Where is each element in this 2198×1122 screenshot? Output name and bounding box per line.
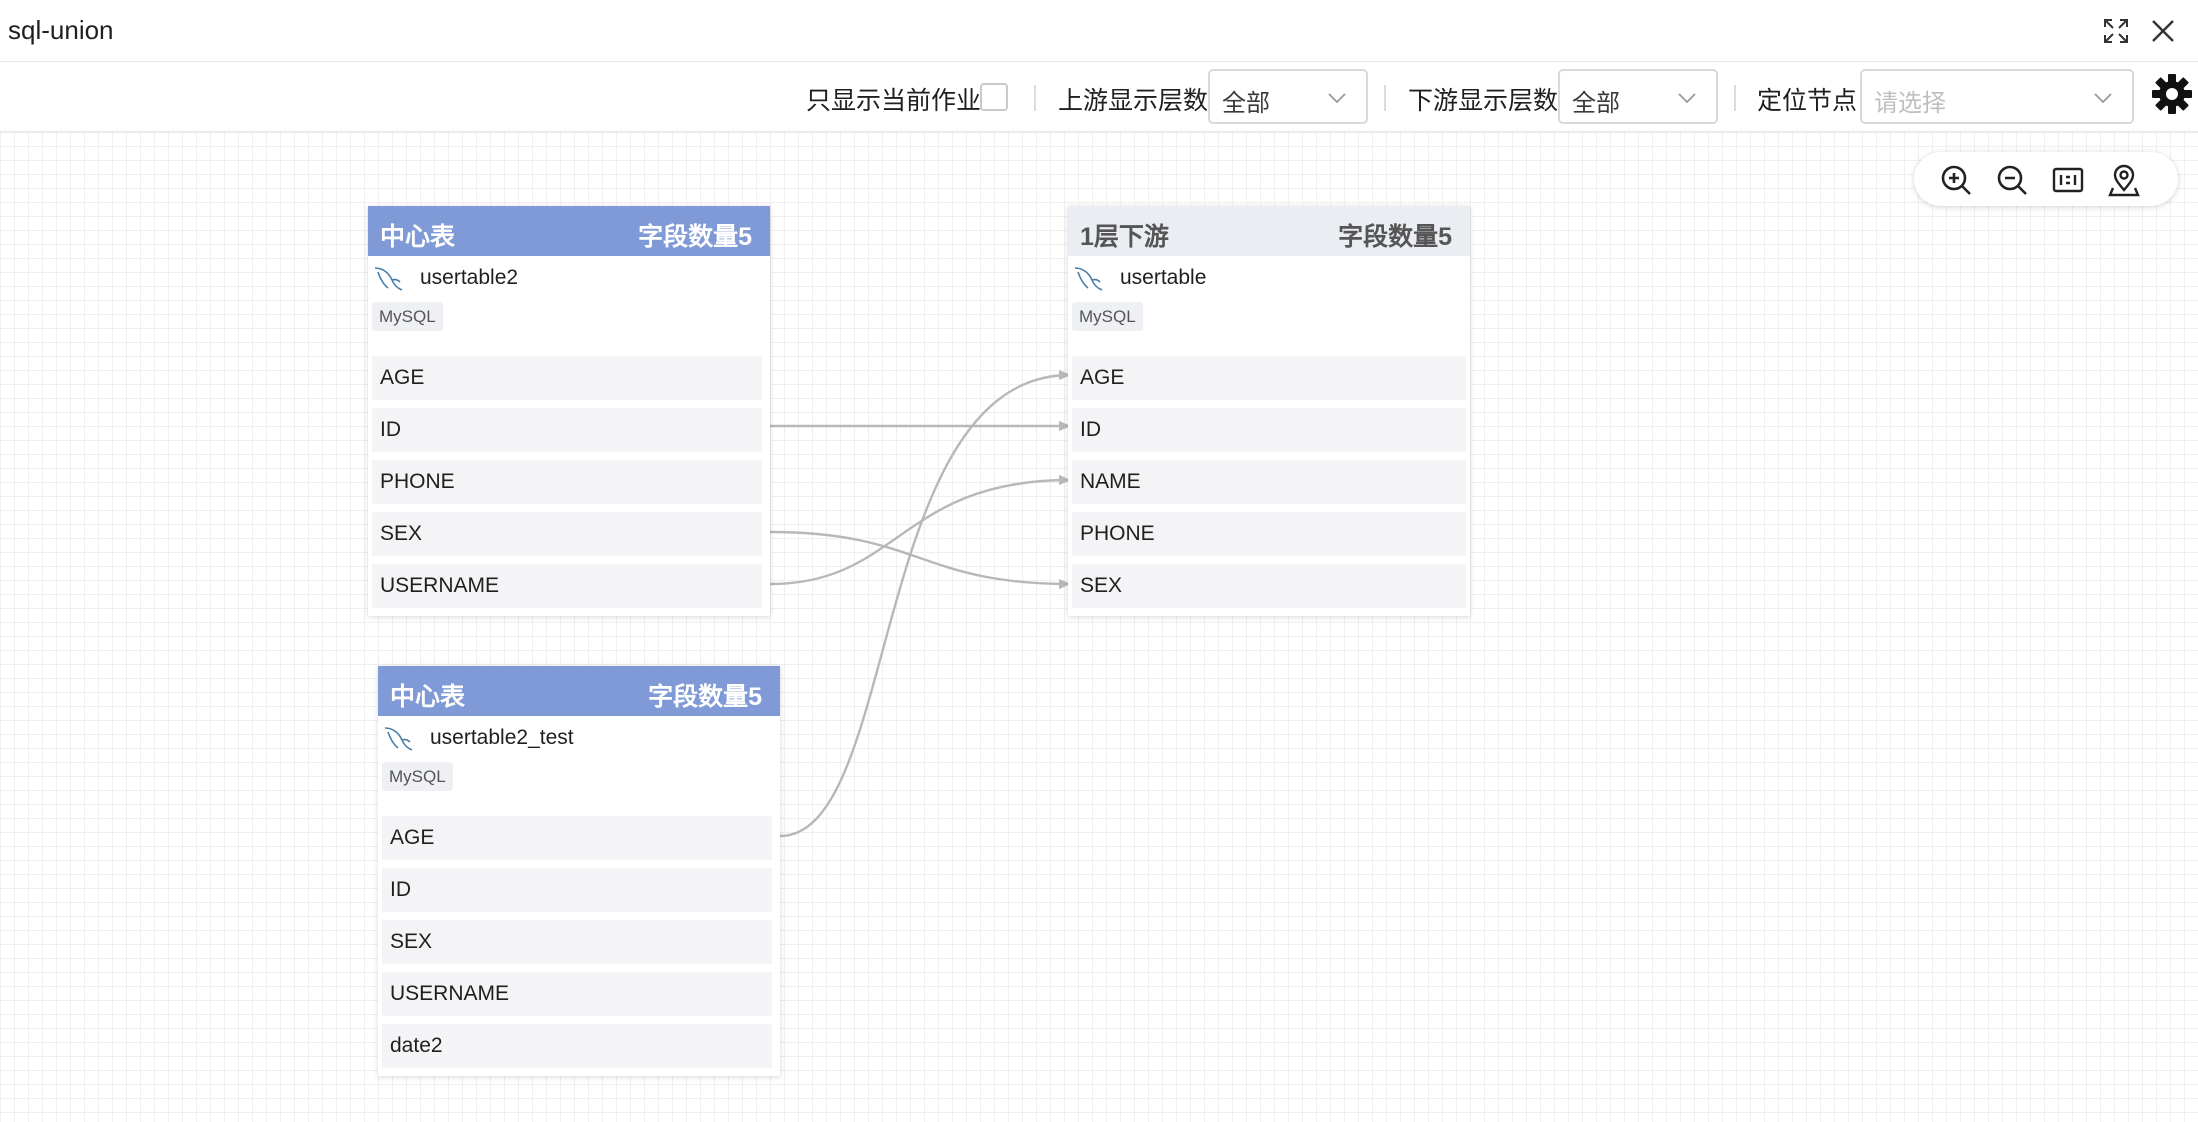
- node-type-label: 中心表: [380, 223, 456, 251]
- table-name: usertable2_test: [430, 726, 574, 749]
- close-icon[interactable]: [2148, 16, 2178, 46]
- field-row[interactable]: SEX: [372, 512, 762, 556]
- fit-view-icon[interactable]: [2051, 163, 2085, 197]
- zoom-controls: [1914, 152, 2178, 206]
- field-row[interactable]: AGE: [382, 816, 772, 860]
- node-header: 1层下游 字段数量5: [1068, 206, 1470, 256]
- upstream-levels-value: 全部: [1222, 90, 1270, 117]
- locate-node-label: 定位节点: [1757, 87, 1858, 115]
- locate-pin-icon[interactable]: [2107, 163, 2141, 197]
- chevron-down-icon: [2094, 93, 2112, 104]
- only-current-job-checkbox[interactable]: [980, 83, 1008, 111]
- downstream-levels-value: 全部: [1572, 90, 1620, 117]
- toolbar: 只显示当前作业 上游显示层数 全部 下游显示层数 全部 定位节点 请选择: [0, 62, 2198, 132]
- zoom-out-icon[interactable]: [1995, 163, 2029, 197]
- node-type-label: 中心表: [390, 683, 466, 711]
- field-row[interactable]: AGE: [1072, 356, 1466, 400]
- window-title: sql-union: [8, 15, 114, 45]
- field-count-label: 字段数量5: [638, 223, 752, 251]
- separator: [1734, 85, 1736, 111]
- db-type-badge: MySQL: [382, 762, 453, 791]
- db-type-badge: MySQL: [372, 302, 443, 331]
- chevron-down-icon: [1678, 93, 1696, 104]
- field-row[interactable]: NAME: [1072, 460, 1466, 504]
- table-name: usertable2: [420, 266, 519, 289]
- zoom-in-icon[interactable]: [1939, 163, 1973, 197]
- field-count-label: 字段数量5: [1338, 223, 1452, 251]
- field-row[interactable]: PHONE: [372, 460, 762, 504]
- table-node-usertable2[interactable]: 中心表 字段数量5 usertable2 MySQL AGE ID PHONE …: [368, 206, 770, 616]
- chevron-down-icon: [1328, 93, 1346, 104]
- field-row[interactable]: USERNAME: [372, 564, 762, 608]
- table-node-usertable2-test[interactable]: 中心表 字段数量5 usertable2_test MySQL AGE ID S…: [378, 666, 780, 1076]
- mysql-dolphin-icon: [384, 727, 413, 751]
- table-node-usertable[interactable]: 1层下游 字段数量5 usertable MySQL AGE ID NAME P…: [1068, 206, 1470, 616]
- field-count-label: 字段数量5: [648, 683, 762, 711]
- gear-icon[interactable]: [2150, 72, 2194, 116]
- only-current-job-label: 只显示当前作业: [806, 87, 982, 115]
- title-bar: sql-union: [0, 0, 2198, 62]
- node-header: 中心表 字段数量5: [378, 666, 780, 716]
- upstream-levels-select[interactable]: 全部: [1208, 69, 1368, 124]
- separator: [1384, 85, 1386, 111]
- field-row[interactable]: SEX: [382, 920, 772, 964]
- node-header: 中心表 字段数量5: [368, 206, 770, 256]
- separator: [1034, 85, 1036, 111]
- expand-icon[interactable]: [2101, 16, 2131, 46]
- mysql-dolphin-icon: [1074, 267, 1103, 291]
- downstream-levels-label: 下游显示层数: [1408, 87, 1559, 115]
- locate-node-placeholder: 请选择: [1874, 90, 1946, 117]
- upstream-levels-label: 上游显示层数: [1058, 87, 1209, 115]
- locate-node-select[interactable]: 请选择: [1860, 69, 2134, 124]
- node-type-label: 1层下游: [1080, 223, 1169, 251]
- field-row[interactable]: ID: [1072, 408, 1466, 452]
- db-type-badge: MySQL: [1072, 302, 1143, 331]
- field-row[interactable]: USERNAME: [382, 972, 772, 1016]
- table-name: usertable: [1120, 266, 1207, 289]
- field-row[interactable]: date2: [382, 1024, 772, 1068]
- field-row[interactable]: ID: [372, 408, 762, 452]
- field-row[interactable]: SEX: [1072, 564, 1466, 608]
- mysql-dolphin-icon: [374, 267, 403, 291]
- downstream-levels-select[interactable]: 全部: [1558, 69, 1718, 124]
- field-row[interactable]: AGE: [372, 356, 762, 400]
- field-row[interactable]: PHONE: [1072, 512, 1466, 556]
- field-row[interactable]: ID: [382, 868, 772, 912]
